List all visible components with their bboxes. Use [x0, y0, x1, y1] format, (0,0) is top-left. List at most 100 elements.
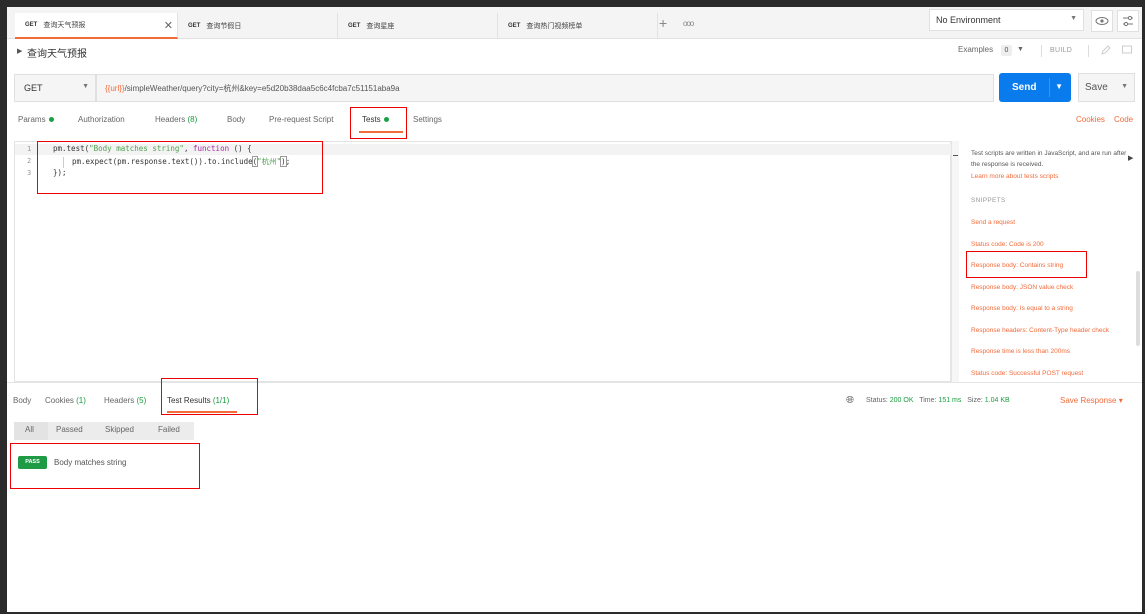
snippet-item[interactable]: Response body: JSON value check: [971, 284, 1073, 291]
headers-count: (8): [187, 115, 198, 124]
filter-skipped[interactable]: Skipped: [105, 425, 134, 434]
tab-label: 查询天气预报: [43, 22, 86, 29]
response-tab-body[interactable]: Body: [13, 396, 31, 405]
annotation-box: [350, 107, 407, 139]
snippet-item[interactable]: Status code: Successful POST request: [971, 370, 1083, 377]
chevron-down-icon: ▼: [1070, 15, 1077, 22]
save-response-button[interactable]: Save Response ▾: [1060, 396, 1123, 405]
tab-headers[interactable]: Headers (8): [155, 115, 197, 124]
time-label: Time:: [919, 397, 937, 404]
environment-quick-look-button[interactable]: [1091, 10, 1113, 32]
chevron-down-icon[interactable]: ▼: [1017, 46, 1024, 53]
environment-label: No Environment: [936, 15, 1001, 25]
snippets-heading: SNIPPETS: [971, 197, 1006, 204]
line-number: 2: [27, 157, 32, 165]
chevron-down-icon[interactable]: ▼: [1055, 82, 1063, 91]
tab-prerequest-script[interactable]: Pre-request Script: [269, 115, 333, 124]
examples-label[interactable]: Examples: [958, 45, 993, 54]
tab-constellation[interactable]: GET 查询星座: [338, 13, 498, 39]
tab-method: GET: [508, 23, 521, 29]
tab-label: Params: [18, 115, 46, 124]
eye-icon: [1095, 17, 1109, 25]
filter-all[interactable]: All: [25, 425, 34, 434]
headers-count: (5): [136, 396, 147, 405]
method-label: GET: [24, 83, 43, 93]
add-tab-button[interactable]: +: [659, 15, 667, 31]
caret-right-icon[interactable]: ▶: [1128, 154, 1133, 162]
tab-method: GET: [188, 23, 201, 29]
tab-label: 查询节假日: [206, 23, 242, 30]
environment-select[interactable]: No Environment ▼: [929, 9, 1084, 31]
tab-holiday[interactable]: GET 查询节假日: [178, 13, 338, 39]
annotation-box: [10, 443, 200, 489]
examples-count: 0: [1001, 45, 1012, 56]
pencil-icon[interactable]: [1100, 44, 1112, 56]
annotation-box: [161, 378, 258, 415]
snippet-item[interactable]: Send a request: [971, 219, 1015, 226]
tab-video-rank[interactable]: GET 查询热门视频榜单: [498, 13, 658, 39]
filter-passed[interactable]: Passed: [56, 425, 83, 434]
tab-label: Cookies: [45, 396, 74, 405]
tab-authorization[interactable]: Authorization: [78, 115, 125, 124]
request-title[interactable]: 查询天气预报: [27, 45, 87, 60]
tab-label: 查询星座: [366, 23, 395, 30]
tab-label: Headers: [155, 115, 186, 124]
manage-environments-button[interactable]: [1117, 10, 1139, 32]
globe-icon[interactable]: 🌐︎: [846, 395, 854, 406]
size-label: Size:: [967, 397, 983, 404]
response-tab-headers[interactable]: Headers (5): [104, 396, 146, 405]
time-value: 151 ms: [938, 397, 962, 404]
cookies-link[interactable]: Cookies: [1076, 115, 1105, 124]
snippet-item[interactable]: Response time is less than 200ms: [971, 348, 1070, 355]
snippet-item[interactable]: Response headers: Content-Type header ch…: [971, 327, 1109, 334]
annotation-box: [37, 141, 323, 194]
line-number: 3: [27, 169, 32, 177]
response-meta: Status: 200 OK Time: 151 ms Size: 1.04 K…: [866, 397, 1010, 404]
cookies-count: (1): [76, 396, 86, 405]
method-select[interactable]: GET ▼: [14, 74, 96, 102]
response-tab-cookies[interactable]: Cookies (1): [45, 396, 86, 405]
close-icon[interactable]: ✕: [164, 19, 173, 32]
snippet-item[interactable]: Status code: Code is 200: [971, 241, 1044, 248]
send-button[interactable]: Send ▼: [999, 73, 1071, 102]
status-value: 200 OK: [889, 397, 914, 404]
snippets-scrollbar[interactable]: [1136, 271, 1140, 346]
learn-more-link[interactable]: Learn more about tests scripts: [971, 173, 1058, 180]
send-label: Send: [1012, 82, 1037, 93]
url-input[interactable]: {{url}}/simpleWeather/query?city=杭州&key=…: [96, 74, 994, 102]
more-tabs-button[interactable]: ooo: [683, 19, 694, 28]
snippet-item[interactable]: Response body: Is equal to a string: [971, 305, 1073, 312]
save-response-label: Save Response: [1060, 396, 1117, 405]
tab-settings[interactable]: Settings: [413, 115, 442, 124]
url-path: /simpleWeather/query?city=杭州&key=e5d20b3…: [124, 83, 400, 93]
tab-body[interactable]: Body: [227, 115, 245, 124]
annotation-box: [966, 251, 1087, 278]
sliders-icon: [1123, 15, 1133, 27]
snippets-intro: Test scripts are written in JavaScript, …: [971, 150, 1127, 168]
divider: [1049, 78, 1050, 97]
caret-right-icon[interactable]: ▶: [17, 47, 22, 55]
comment-icon[interactable]: [1121, 44, 1133, 56]
filter-failed[interactable]: Failed: [158, 425, 180, 434]
build-mode-label[interactable]: BUILD: [1050, 47, 1072, 54]
save-button[interactable]: Save ▼: [1078, 73, 1135, 102]
editor-scrollbar[interactable]: [951, 141, 959, 382]
chevron-down-icon[interactable]: ▼: [1121, 83, 1128, 90]
tab-method: GET: [348, 23, 361, 29]
scroll-marker: [953, 155, 958, 156]
tab-method: GET: [25, 22, 38, 28]
postman-window: GET 查询天气预报 ✕ GET 查询节假日 GET 查询星座 GET 查询热门…: [7, 7, 1142, 612]
url-variable: {{url}}: [105, 83, 125, 93]
tab-params[interactable]: Params: [18, 115, 54, 124]
line-number: 1: [27, 145, 32, 153]
divider: [1041, 45, 1042, 57]
status-dot: [48, 117, 54, 122]
tab-weather[interactable]: GET 查询天气预报 ✕: [15, 13, 178, 39]
status-label: Status:: [866, 397, 888, 404]
size-value: 1.04 KB: [984, 397, 1010, 404]
chevron-down-icon: ▼: [82, 83, 89, 90]
divider: [1088, 45, 1089, 57]
save-label: Save: [1085, 82, 1108, 93]
code-link[interactable]: Code: [1114, 115, 1133, 124]
tab-label: 查询热门视频榜单: [526, 23, 583, 30]
